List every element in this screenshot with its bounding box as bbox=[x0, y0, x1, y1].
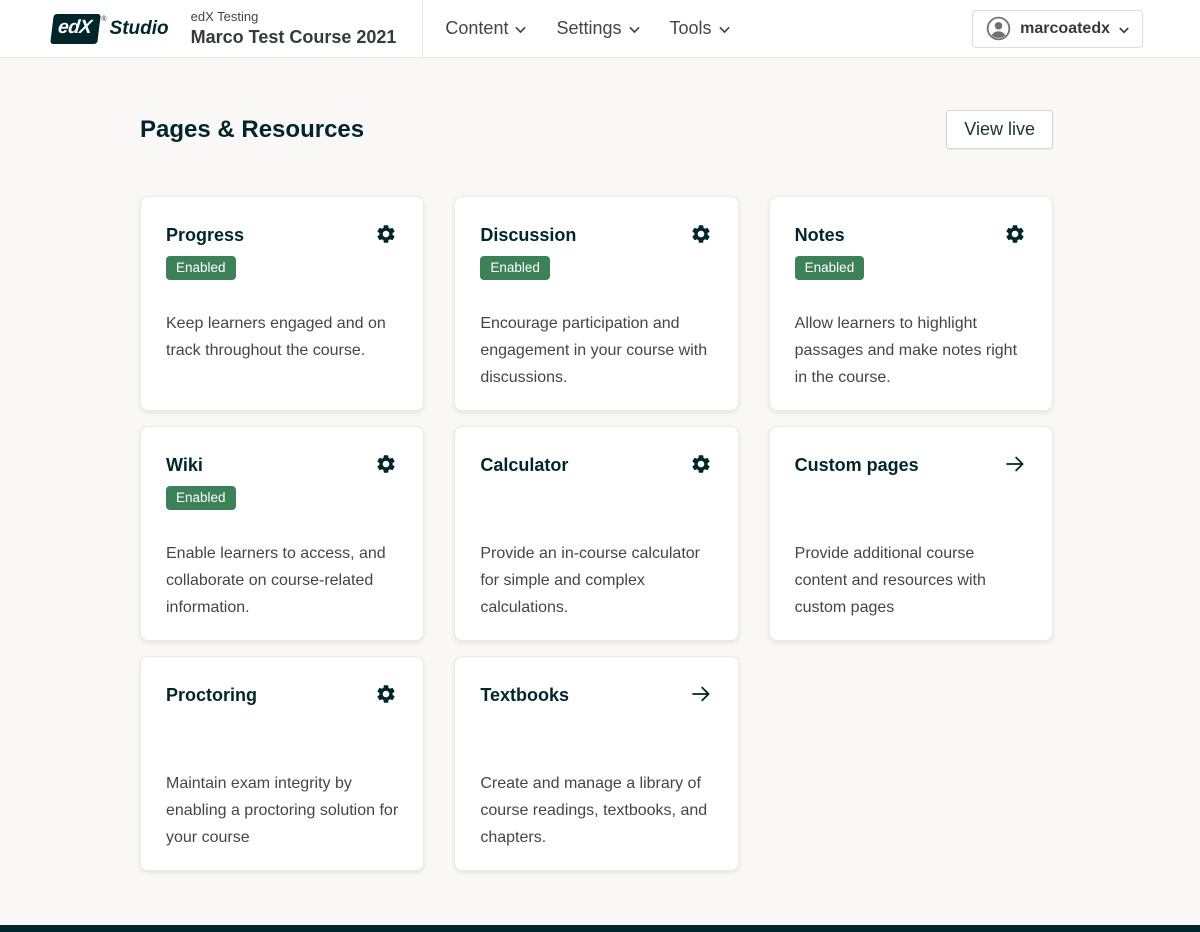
badge-row: Enabled bbox=[166, 486, 398, 510]
card-head: Wiki bbox=[166, 453, 398, 477]
gear-icon bbox=[1004, 223, 1026, 248]
course-org: edX Testing bbox=[191, 9, 397, 26]
card-title: Proctoring bbox=[166, 685, 257, 706]
badge-row: Enabled bbox=[795, 256, 1027, 280]
page-header: Pages & Resources View live bbox=[140, 110, 1053, 149]
nav-content-label: Content bbox=[445, 18, 508, 39]
cards-grid: Progress Enabled Keep learners engaged a… bbox=[140, 196, 1053, 871]
status-badge: Enabled bbox=[166, 256, 236, 280]
nav-settings[interactable]: Settings bbox=[556, 18, 639, 39]
edx-logo-box: edX bbox=[50, 14, 101, 44]
gear-icon[interactable] bbox=[374, 453, 398, 477]
card-description: Provide an in-course calculator for simp… bbox=[480, 540, 712, 621]
badge-row bbox=[480, 486, 712, 510]
gear-icon bbox=[690, 453, 712, 478]
card-calculator: Calculator Provide an in-course calculat… bbox=[454, 426, 738, 641]
status-badge: Enabled bbox=[480, 256, 550, 280]
pages-resources-content: Pages & Resources View live Progress Ena… bbox=[140, 58, 1053, 871]
view-live-button[interactable]: View live bbox=[946, 110, 1053, 149]
page-title: Pages & Resources bbox=[140, 116, 364, 144]
gear-icon bbox=[375, 683, 397, 708]
user-menu-button[interactable]: marcoatedx bbox=[972, 10, 1143, 48]
studio-logo-text: Studio bbox=[110, 18, 169, 40]
card-description: Allow learners to highlight passages and… bbox=[795, 310, 1027, 391]
card-discussion: Discussion Enabled Encourage participati… bbox=[454, 196, 738, 411]
gear-icon bbox=[375, 453, 397, 478]
badge-row bbox=[166, 716, 398, 740]
card-notes: Notes Enabled Allow learners to highligh… bbox=[769, 196, 1053, 411]
card-wiki: Wiki Enabled Enable learners to access, … bbox=[140, 426, 424, 641]
username-label: marcoatedx bbox=[1020, 20, 1110, 38]
gear-icon[interactable] bbox=[689, 223, 713, 247]
user-avatar-icon bbox=[986, 16, 1011, 41]
card-head: Textbooks bbox=[480, 683, 712, 707]
card-title: Discussion bbox=[480, 225, 576, 246]
gear-icon bbox=[375, 223, 397, 248]
card-description: Keep learners engaged and on track throu… bbox=[166, 310, 398, 364]
card-head: Progress bbox=[166, 223, 398, 247]
chevron-down-icon bbox=[515, 23, 526, 34]
arrow-right-icon bbox=[689, 682, 713, 709]
card-description: Provide additional course content and re… bbox=[795, 540, 1027, 621]
badge-row: Enabled bbox=[480, 256, 712, 280]
card-title: Notes bbox=[795, 225, 845, 246]
gear-icon[interactable] bbox=[689, 453, 713, 477]
card-title: Wiki bbox=[166, 455, 203, 476]
card-title: Calculator bbox=[480, 455, 568, 476]
chevron-down-icon bbox=[629, 23, 640, 34]
header-divider bbox=[422, 0, 423, 57]
footer-bar bbox=[0, 925, 1200, 932]
main-nav: Content Settings Tools bbox=[445, 18, 729, 39]
gear-icon bbox=[690, 223, 712, 248]
card-progress: Progress Enabled Keep learners engaged a… bbox=[140, 196, 424, 411]
course-info: edX Testing Marco Test Course 2021 bbox=[191, 9, 423, 48]
badge-row bbox=[795, 486, 1027, 510]
card-title: Custom pages bbox=[795, 455, 919, 476]
edx-studio-logo[interactable]: edX ® Studio bbox=[52, 14, 169, 44]
status-badge: Enabled bbox=[795, 256, 865, 280]
gear-icon[interactable] bbox=[1003, 223, 1027, 247]
badge-row bbox=[480, 716, 712, 740]
nav-content[interactable]: Content bbox=[445, 18, 526, 39]
card-description: Create and manage a library of course re… bbox=[480, 770, 712, 851]
nav-tools-label: Tools bbox=[670, 18, 712, 39]
card-head: Calculator bbox=[480, 453, 712, 477]
card-description: Maintain exam integrity by enabling a pr… bbox=[166, 770, 398, 851]
card-proctoring: Proctoring Maintain exam integrity by en… bbox=[140, 656, 424, 871]
studio-header: edX ® Studio edX Testing Marco Test Cour… bbox=[0, 0, 1200, 58]
nav-tools[interactable]: Tools bbox=[670, 18, 730, 39]
chevron-down-icon bbox=[1119, 24, 1129, 34]
edx-logo-text: edX bbox=[57, 17, 93, 38]
gear-icon[interactable] bbox=[374, 683, 398, 707]
card-head: Custom pages bbox=[795, 453, 1027, 477]
card-custom-pages: Custom pages Provide additional course c… bbox=[769, 426, 1053, 641]
badge-row: Enabled bbox=[166, 256, 398, 280]
chevron-down-icon bbox=[719, 23, 730, 34]
registered-mark: ® bbox=[101, 16, 106, 23]
card-description: Enable learners to access, and collabora… bbox=[166, 540, 398, 621]
arrow-right-icon[interactable] bbox=[689, 683, 713, 707]
card-textbooks: Textbooks Create and manage a library of… bbox=[454, 656, 738, 871]
card-head: Discussion bbox=[480, 223, 712, 247]
course-title: Marco Test Course 2021 bbox=[191, 26, 397, 49]
card-title: Textbooks bbox=[480, 685, 569, 706]
nav-settings-label: Settings bbox=[556, 18, 621, 39]
arrow-right-icon bbox=[1003, 452, 1027, 479]
arrow-right-icon[interactable] bbox=[1003, 453, 1027, 477]
card-head: Notes bbox=[795, 223, 1027, 247]
card-description: Encourage participation and engagement i… bbox=[480, 310, 712, 391]
card-head: Proctoring bbox=[166, 683, 398, 707]
card-title: Progress bbox=[166, 225, 244, 246]
gear-icon[interactable] bbox=[374, 223, 398, 247]
status-badge: Enabled bbox=[166, 486, 236, 510]
